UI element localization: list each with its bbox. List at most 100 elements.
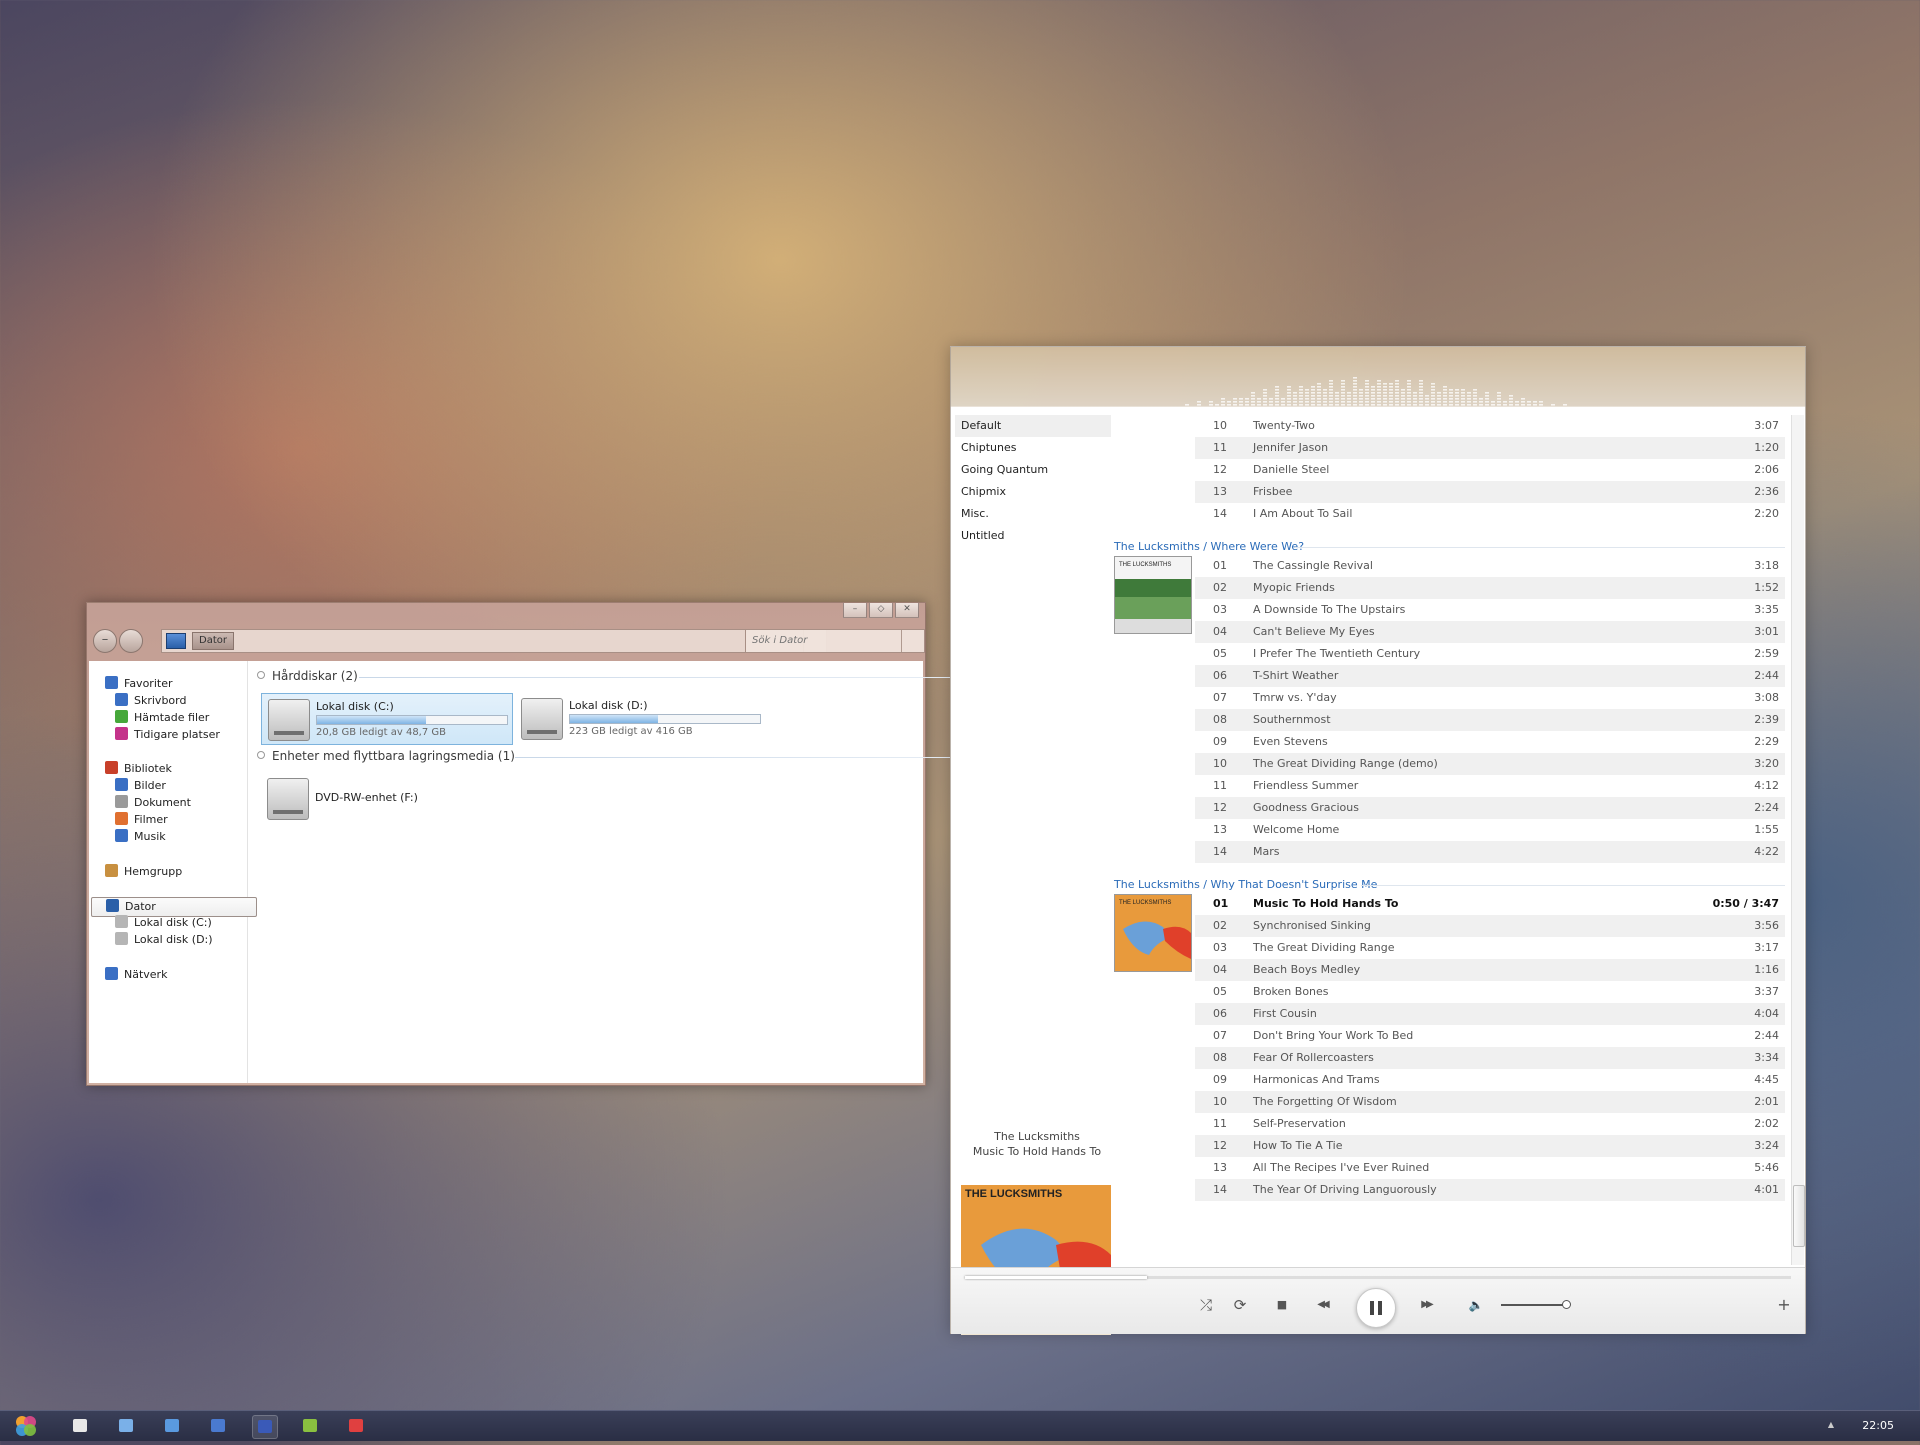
playlist-item[interactable]: Chipmix bbox=[955, 481, 1111, 503]
track-row[interactable]: 12 How To Tie A Tie 3:24 bbox=[1195, 1135, 1785, 1157]
track-row[interactable]: 14 The Year Of Driving Languorously 4:01 bbox=[1195, 1179, 1785, 1201]
track-row[interactable]: 10 The Forgetting Of Wisdom 2:01 bbox=[1195, 1091, 1785, 1113]
dvd-drive[interactable]: DVD-RW-enhet (F:) bbox=[261, 773, 461, 823]
track-row[interactable]: 03 The Great Dividing Range 3:17 bbox=[1195, 937, 1785, 959]
playlist-item[interactable]: Default bbox=[955, 415, 1111, 437]
playlist-item[interactable]: Misc. bbox=[955, 503, 1111, 525]
forward-button[interactable] bbox=[119, 629, 143, 653]
track-row[interactable]: 09 Harmonicas And Trams 4:45 bbox=[1195, 1069, 1785, 1091]
track-row[interactable]: 13 All The Recipes I've Ever Ruined 5:46 bbox=[1195, 1157, 1785, 1179]
minimize-button[interactable]: – bbox=[843, 603, 867, 618]
track-row[interactable]: 13 Welcome Home 1:55 bbox=[1195, 819, 1785, 841]
maximize-button[interactable]: ◇ bbox=[869, 603, 893, 618]
pause-button[interactable] bbox=[1356, 1288, 1396, 1328]
taskbar-button[interactable] bbox=[298, 1415, 322, 1437]
track-row[interactable]: 13 Frisbee 2:36 bbox=[1195, 481, 1785, 503]
visualizer-bar bbox=[1533, 410, 1537, 412]
visualizer-bar bbox=[1371, 407, 1375, 409]
nav-item-filmer[interactable]: Filmer bbox=[115, 811, 168, 829]
tray-chevron-icon[interactable]: ▲ bbox=[1828, 1420, 1834, 1429]
back-button[interactable]: – bbox=[93, 629, 117, 653]
nav-item-tidigare-platser[interactable]: Tidigare platser bbox=[115, 726, 220, 744]
taskbar-button[interactable] bbox=[68, 1415, 92, 1437]
track-row[interactable]: 11 Friendless Summer 4:12 bbox=[1195, 775, 1785, 797]
playlist-item[interactable]: Untitled bbox=[955, 525, 1111, 547]
start-button[interactable] bbox=[12, 1413, 40, 1439]
nav-item-bilder[interactable]: Bilder bbox=[115, 777, 166, 795]
track-row[interactable]: 11 Self-Preservation 2:02 bbox=[1195, 1113, 1785, 1135]
track-row[interactable]: 10 Twenty-Two 3:07 bbox=[1195, 415, 1785, 437]
track-row[interactable]: 07 Don't Bring Your Work To Bed 2:44 bbox=[1195, 1025, 1785, 1047]
volume-knob[interactable] bbox=[1562, 1300, 1571, 1309]
clock[interactable]: 22:05 bbox=[1862, 1419, 1894, 1432]
nav-item-bibliotek[interactable]: Bibliotek bbox=[105, 760, 172, 778]
close-button[interactable]: ✕ bbox=[895, 603, 919, 618]
track-row[interactable]: 05 Broken Bones 3:37 bbox=[1195, 981, 1785, 1003]
nav-item-skrivbord[interactable]: Skrivbord bbox=[115, 692, 186, 710]
track-list[interactable]: 10 Twenty-Two 3:07 11 Jennifer Jason 1:20 12 Da… bbox=[1111, 415, 1791, 1265]
track-row[interactable]: 14 Mars 4:22 bbox=[1195, 841, 1785, 863]
track-row[interactable]: 12 Goodness Gracious 2:24 bbox=[1195, 797, 1785, 819]
track-row[interactable]: 05 I Prefer The Twentieth Century 2:59 bbox=[1195, 643, 1785, 665]
track-row[interactable]: 03 A Downside To The Upstairs 3:35 bbox=[1195, 599, 1785, 621]
taskbar-button[interactable] bbox=[114, 1415, 138, 1437]
track-row[interactable]: 08 Fear Of Rollercoasters 3:34 bbox=[1195, 1047, 1785, 1069]
drive-name: Lokal disk (D:) bbox=[569, 699, 648, 712]
track-row[interactable]: 14 I Am About To Sail 2:20 bbox=[1195, 503, 1785, 525]
visualizer-bar bbox=[1533, 401, 1537, 403]
drive-c[interactable]: Lokal disk (C:) 20,8 GB ledigt av 48,7 G… bbox=[261, 693, 513, 745]
track-row[interactable]: 10 The Great Dividing Range (demo) 3:20 bbox=[1195, 753, 1785, 775]
nav-item-favoriter[interactable]: Favoriter bbox=[105, 675, 172, 693]
breadcrumb[interactable]: Dator bbox=[192, 632, 234, 650]
nav-item-lokal-disk-c-[interactable]: Lokal disk (C:) bbox=[115, 914, 212, 932]
nav-item-musik[interactable]: Musik bbox=[115, 828, 166, 846]
volume-icon[interactable]: 🔈 bbox=[1463, 1294, 1489, 1316]
track-row[interactable]: 12 Danielle Steel 2:06 bbox=[1195, 459, 1785, 481]
add-button[interactable]: + bbox=[1771, 1294, 1797, 1316]
visualizer-bar bbox=[1347, 398, 1351, 400]
track-row[interactable]: 01 The Cassingle Revival 3:18 bbox=[1195, 555, 1785, 577]
track-row[interactable]: 06 First Cousin 4:04 bbox=[1195, 1003, 1785, 1025]
track-row[interactable]: 01 Music To Hold Hands To 0:50 / 3:47 bbox=[1195, 893, 1785, 915]
visualizer-bar bbox=[1443, 401, 1447, 403]
track-row[interactable]: 08 Southernmost 2:39 bbox=[1195, 709, 1785, 731]
taskbar-button[interactable] bbox=[344, 1415, 368, 1437]
scrollbar-thumb[interactable] bbox=[1793, 1185, 1805, 1247]
nav-item-dokument[interactable]: Dokument bbox=[115, 794, 191, 812]
nav-item-hemgrupp[interactable]: Hemgrupp bbox=[105, 863, 182, 881]
playlist-item[interactable]: Chiptunes bbox=[955, 437, 1111, 459]
album-heading[interactable]: The Lucksmiths / Where Were We? bbox=[1114, 540, 1304, 553]
previous-button[interactable]: ◀◀ bbox=[1309, 1294, 1335, 1316]
taskbar-button[interactable] bbox=[160, 1415, 184, 1437]
group-header-hard-disks[interactable]: Hårddiskar (2) bbox=[257, 669, 358, 683]
taskbar-button[interactable] bbox=[252, 1415, 278, 1439]
taskbar-button[interactable] bbox=[206, 1415, 230, 1437]
track-list-scrollbar[interactable] bbox=[1791, 415, 1805, 1265]
track-row[interactable]: 02 Synchronised Sinking 3:56 bbox=[1195, 915, 1785, 937]
drive-d[interactable]: Lokal disk (D:) 223 GB ledigt av 416 GB bbox=[515, 693, 775, 743]
track-row[interactable]: 04 Beach Boys Medley 1:16 bbox=[1195, 959, 1785, 981]
track-row[interactable]: 11 Jennifer Jason 1:20 bbox=[1195, 437, 1785, 459]
address-bar[interactable]: Dator bbox=[161, 629, 827, 653]
search-box[interactable] bbox=[745, 629, 925, 653]
track-row[interactable]: 04 Can't Believe My Eyes 3:01 bbox=[1195, 621, 1785, 643]
search-icon[interactable] bbox=[901, 630, 924, 652]
nav-item-hämtade-filer[interactable]: Hämtade filer bbox=[115, 709, 209, 727]
stop-button[interactable]: ■ bbox=[1269, 1294, 1295, 1316]
track-row[interactable]: 07 Tmrw vs. Y'day 3:08 bbox=[1195, 687, 1785, 709]
shuffle-button[interactable]: ⤮ bbox=[1193, 1294, 1219, 1316]
visualizer-bar bbox=[1413, 395, 1417, 397]
nav-item-lokal-disk-d-[interactable]: Lokal disk (D:) bbox=[115, 931, 213, 949]
track-row[interactable]: 02 Myopic Friends 1:52 bbox=[1195, 577, 1785, 599]
track-row[interactable]: 09 Even Stevens 2:29 bbox=[1195, 731, 1785, 753]
track-row[interactable]: 06 T-Shirt Weather 2:44 bbox=[1195, 665, 1785, 687]
seek-bar[interactable] bbox=[965, 1276, 1791, 1279]
nav-item-nätverk[interactable]: Nätverk bbox=[105, 966, 167, 984]
album-heading[interactable]: The Lucksmiths / Why That Doesn't Surpri… bbox=[1114, 878, 1377, 891]
next-button[interactable]: ▶▶ bbox=[1413, 1294, 1439, 1316]
group-header-removable[interactable]: Enheter med flyttbara lagringsmedia (1) bbox=[257, 749, 515, 763]
volume-slider[interactable] bbox=[1501, 1300, 1571, 1309]
search-input[interactable] bbox=[746, 630, 898, 650]
repeat-button[interactable]: ⟳ bbox=[1227, 1294, 1253, 1316]
playlist-item[interactable]: Going Quantum bbox=[955, 459, 1111, 481]
